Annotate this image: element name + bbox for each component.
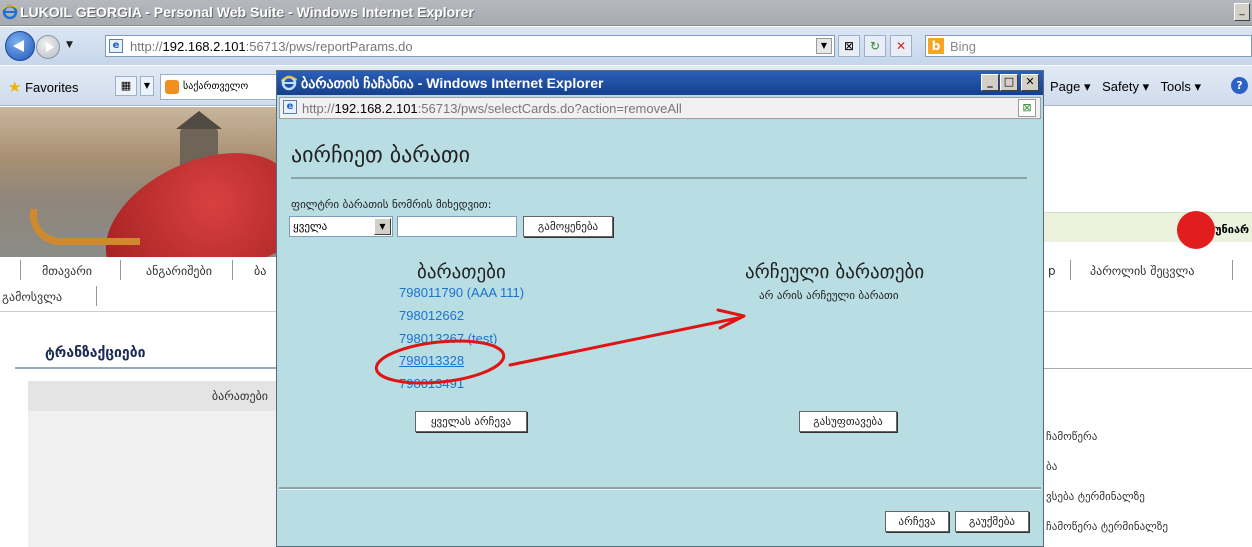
card-link[interactable]: 798013491 xyxy=(399,376,464,391)
main-titlebar: LUKOIL GEORGIA - Personal Web Suite - Wi… xyxy=(0,0,1252,26)
report-link[interactable]: ჩამოწერა ტერმინალზე xyxy=(1046,520,1168,533)
nav-separator xyxy=(1232,260,1233,280)
popup-address-bar[interactable]: e http://192.168.2.101:56713/pws/selectC… xyxy=(279,97,1041,119)
ok-button[interactable]: არჩევა xyxy=(885,511,949,532)
search-box[interactable]: b Bing xyxy=(925,35,1252,57)
cards-panel: ბარათები xyxy=(28,381,278,547)
tab-list-dropdown-icon[interactable]: ▼ xyxy=(140,76,154,96)
ie-logo-icon xyxy=(281,75,297,91)
address-dropdown-icon[interactable]: ▼ xyxy=(816,38,832,54)
nav-item-reports[interactable]: ანგარიშები xyxy=(146,264,212,278)
address-url: http://192.168.2.101:56713/pws/reportPar… xyxy=(130,39,413,54)
refresh-icon[interactable]: ↻ xyxy=(864,35,886,57)
popup-maximize-button[interactable]: □ xyxy=(1000,74,1018,91)
window-title: LUKOIL GEORGIA - Personal Web Suite - Wi… xyxy=(20,4,474,20)
report-link[interactable]: ვსება ტერმინალზე xyxy=(1046,490,1145,503)
favorites-button[interactable]: ★ Favorites xyxy=(8,78,79,96)
bing-icon: b xyxy=(928,38,944,54)
page-icon: e xyxy=(109,39,123,53)
section-title: ტრანზაქციები xyxy=(45,345,146,361)
card-link[interactable]: 798013267 (test) xyxy=(399,331,497,346)
logo-text: უნიარ xyxy=(1215,223,1250,236)
favorites-star-icon: ★ xyxy=(8,79,22,96)
popup-minimize-button[interactable]: _ xyxy=(981,74,999,91)
tools-menu[interactable]: Tools ▾ xyxy=(1161,79,1202,94)
browser-tab[interactable]: საქართველო xyxy=(160,74,280,100)
page-menu[interactable]: Page ▾ xyxy=(1050,79,1091,94)
cards-heading: ბარათები xyxy=(417,261,506,283)
ie-logo-icon xyxy=(2,4,18,20)
chevron-down-icon: ▼ xyxy=(374,218,391,235)
umbrella-handle-shape xyxy=(30,209,140,245)
apply-filter-button[interactable]: გამოყენება xyxy=(523,216,613,237)
nav-item-home[interactable]: მთავარი xyxy=(42,264,92,278)
forward-button[interactable] xyxy=(36,35,60,59)
footer-divider-highlight xyxy=(279,489,1041,490)
cards-panel-header: ბარათები xyxy=(28,381,278,411)
nav-separator xyxy=(120,260,121,280)
nav-item-change-password[interactable]: პაროლის შეცვლა xyxy=(1090,264,1194,278)
compatibility-icon[interactable]: ⊠ xyxy=(838,35,860,57)
address-bar[interactable]: e http://192.168.2.101:56713/pws/reportP… xyxy=(105,35,835,57)
report-links-divider xyxy=(1044,368,1252,369)
heading-divider xyxy=(291,177,1027,179)
filter-input[interactable] xyxy=(397,216,517,237)
help-icon[interactable]: ? xyxy=(1231,77,1248,94)
command-menus: Page ▾ Safety ▾ Tools ▾ xyxy=(1050,79,1209,95)
company-logo xyxy=(1177,211,1215,249)
stop-icon[interactable]: ✕ xyxy=(890,35,912,57)
page-icon: e xyxy=(283,100,297,114)
selected-cards-heading: არჩეული ბარათები xyxy=(745,261,925,283)
card-link[interactable]: 798012662 xyxy=(399,308,464,323)
popup-heading: აირჩიეთ ბარათი xyxy=(291,143,470,168)
filter-select[interactable]: ყველა ▼ xyxy=(289,216,393,237)
search-engine-label: Bing xyxy=(950,39,977,54)
card-link[interactable]: 798011790 (AAA 111) xyxy=(399,285,524,300)
nav-separator xyxy=(232,260,233,280)
banner-photo xyxy=(0,107,276,257)
banner-right: უნიარ xyxy=(1040,107,1252,257)
popup-title: ბარათის ჩაჩანია - Windows Internet Explo… xyxy=(301,75,604,91)
no-selected-message: არ არის არჩეული ბარათი xyxy=(759,289,899,302)
popup-address-url: http://192.168.2.101:56713/pws/selectCar… xyxy=(302,101,682,116)
select-all-button[interactable]: ყველას არჩევა xyxy=(415,411,527,432)
popup-close-button[interactable]: ✕ xyxy=(1021,74,1039,91)
report-link[interactable]: ჩამოწერა xyxy=(1046,430,1097,443)
report-link[interactable]: ბა xyxy=(1046,460,1057,473)
compatibility-icon[interactable]: ⊠ xyxy=(1018,99,1036,117)
filter-label: ფილტრი ბარათის ნომრის მიხედვით: xyxy=(291,198,492,211)
card-link-highlighted[interactable]: 798013328 xyxy=(399,353,464,368)
minimize-button[interactable]: _ xyxy=(1234,3,1250,21)
history-dropdown-icon[interactable]: ▼ xyxy=(66,40,73,50)
nav-item-cards[interactable]: ბა xyxy=(254,264,266,278)
nav-item-logout[interactable]: გამოსვლა xyxy=(2,290,62,304)
quick-tabs-icon[interactable]: ▦ xyxy=(115,76,137,96)
navigation-bar: ▼ e http://192.168.2.101:56713/pws/repor… xyxy=(0,27,1252,65)
nav-separator xyxy=(1070,260,1071,280)
report-links: ჩამოწერა ბა ვსება ტერმინალზე ჩამოწერა ტე… xyxy=(1044,312,1252,547)
section-divider xyxy=(15,367,280,369)
popup-content: აირჩიეთ ბარათი ფილტრი ბარათის ნომრის მიხ… xyxy=(279,121,1041,546)
nav-separator xyxy=(20,260,21,280)
nav-item-hidden[interactable]: p xyxy=(1048,264,1056,278)
clear-button[interactable]: გასუფთავება xyxy=(799,411,897,432)
back-button[interactable] xyxy=(5,31,35,61)
select-cards-popup: ბარათის ჩაჩანია - Windows Internet Explo… xyxy=(276,70,1044,547)
cancel-button[interactable]: გაუქმება xyxy=(955,511,1029,532)
tab-site-icon xyxy=(165,80,179,94)
popup-titlebar: ბარათის ჩაჩანია - Windows Internet Explo… xyxy=(277,71,1043,95)
nav-separator xyxy=(96,286,97,306)
safety-menu[interactable]: Safety ▾ xyxy=(1102,79,1149,94)
